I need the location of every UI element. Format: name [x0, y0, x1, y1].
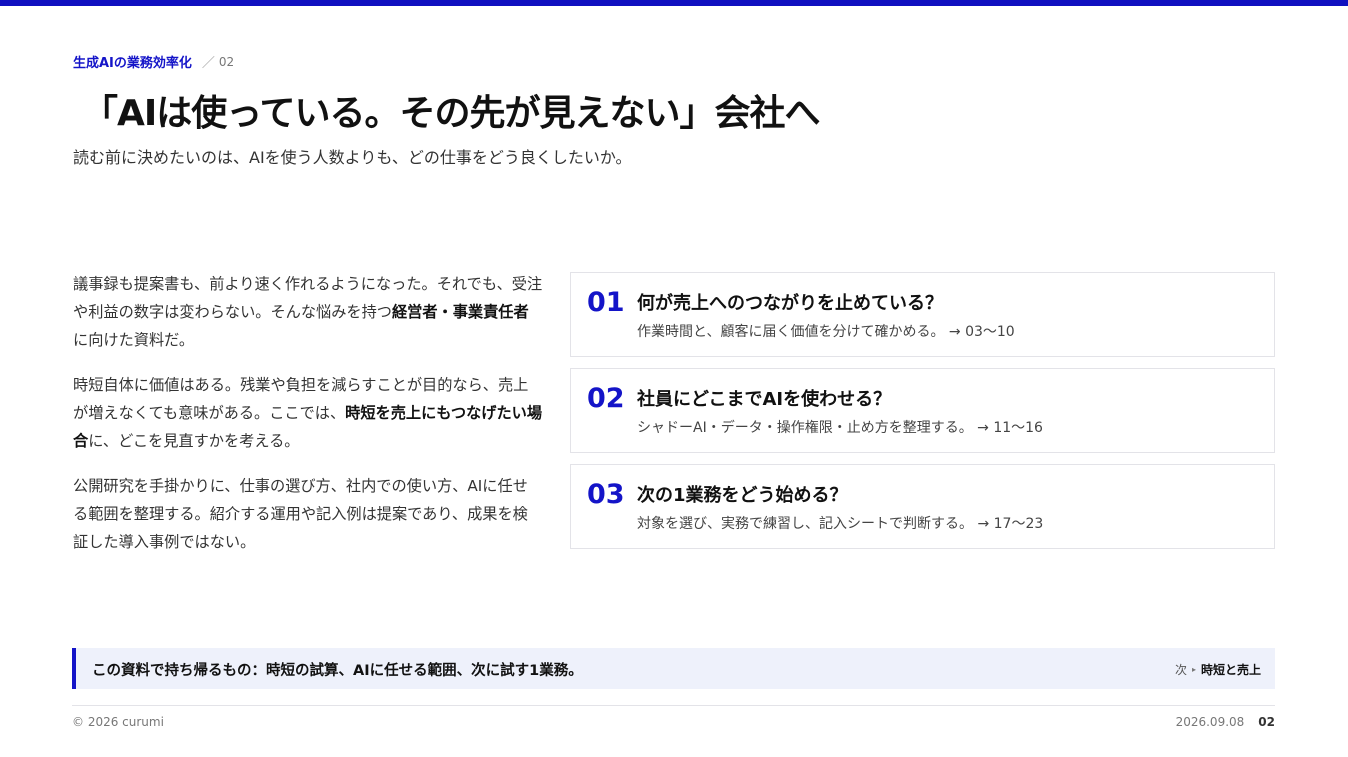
- kicker: 生成AIの業務効率化 ／ 02: [73, 52, 235, 72]
- card-question: 社員にどこまでAIを使わせる？: [637, 389, 892, 410]
- footer-divider: [72, 705, 1275, 706]
- emphasis: 経営者・事業責任者: [391, 303, 529, 321]
- footer-page-number: 02: [1258, 715, 1275, 729]
- section-label: 生成AIの業務効率化: [73, 56, 192, 71]
- card-number: 02: [587, 383, 625, 414]
- kicker-page-number: 02: [218, 54, 235, 69]
- next-label: 次: [1174, 663, 1187, 677]
- body-text: 議事録も提案書も、前より速く作れるようになった。それでも、受注や利益の数字は変わ…: [73, 270, 543, 573]
- card-number: 01: [587, 287, 625, 318]
- copyright: © 2026 curumi: [72, 715, 164, 729]
- caret-right-icon: ▸: [1191, 665, 1196, 674]
- body-paragraph-2: 時短自体に価値はある。残業や負担を減らすことが目的なら、売上が増えなくても意味が…: [73, 376, 543, 450]
- next-target: 時短と売上: [1200, 663, 1261, 677]
- separator: ／: [201, 56, 215, 71]
- slide-page: 生成AIの業務効率化 ／ 02 「AIは使っている。その先が見えない」会社へ 読…: [0, 0, 1348, 757]
- question-cards: 01 何が売上へのつながりを止めている？ 作業時間と、顧客に届く価値を分けて確か…: [570, 272, 1275, 560]
- footer-meta: 2026.09.08 02: [1176, 715, 1275, 729]
- question-card-3: 03 次の1業務をどう始める？ 対象を選び、実務で練習し、記入シートで判断する。…: [570, 464, 1275, 549]
- takeaway-box: この資料で持ち帰るもの：時短の試算、AIに任せる範囲、次に試す1業務。 次 ▸ …: [72, 648, 1275, 689]
- footer-date: 2026.09.08: [1175, 715, 1245, 729]
- card-description: 作業時間と、顧客に届く価値を分けて確かめる。 → 03〜10: [637, 324, 1015, 340]
- card-question: 何が売上へのつながりを止めている？: [637, 293, 943, 314]
- card-description: シャドーAI・データ・操作権限・止め方を整理する。 → 11〜16: [637, 420, 1043, 436]
- page-subtitle: 読む前に決めたいのは、AIを使う人数よりも、どの仕事をどう良くしたいか。: [73, 148, 632, 167]
- body-paragraph-3: 公開研究を手掛かりに、仕事の選び方、社内での使い方、AIに任せる範囲を整理する。…: [73, 477, 528, 551]
- card-number: 03: [587, 479, 625, 510]
- card-description: 対象を選び、実務で練習し、記入シートで判断する。 → 17〜23: [637, 516, 1044, 532]
- card-question: 次の1業務をどう始める？: [637, 485, 848, 506]
- question-card-2: 02 社員にどこまでAIを使わせる？ シャドーAI・データ・操作権限・止め方を整…: [570, 368, 1275, 453]
- body-paragraph-1: 議事録も提案書も、前より速く作れるようになった。それでも、受注や利益の数字は変わ…: [73, 275, 543, 349]
- question-card-1: 01 何が売上へのつながりを止めている？ 作業時間と、顧客に届く価値を分けて確か…: [570, 272, 1275, 357]
- next-link[interactable]: 次 ▸ 時短と売上: [1175, 661, 1261, 678]
- takeaway-text: この資料で持ち帰るもの：時短の試算、AIに任せる範囲、次に試す1業務。: [92, 663, 583, 679]
- page-title: 「AIは使っている。その先が見えない」会社へ: [82, 93, 820, 134]
- top-accent-bar: [0, 0, 1348, 6]
